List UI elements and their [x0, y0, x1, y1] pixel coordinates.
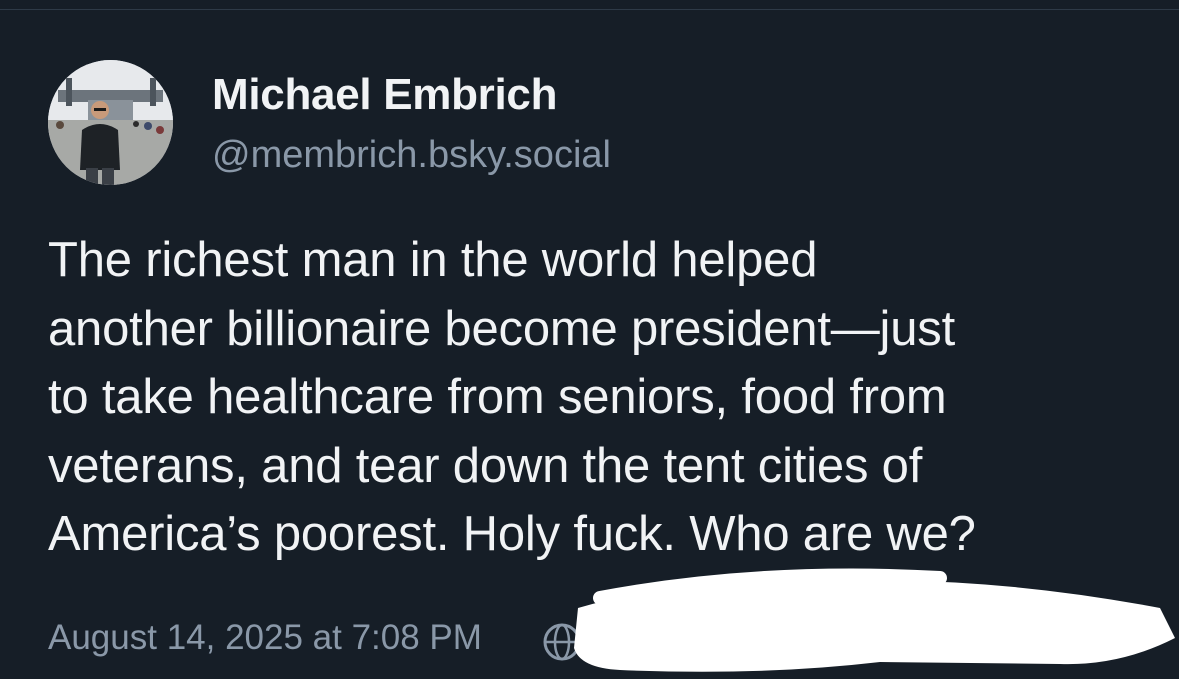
author-display-name[interactable]: Michael Embrich [212, 70, 557, 120]
post-text-line: to take healthcare from seniors, food fr… [48, 370, 947, 424]
author-handle[interactable]: @membrich.bsky.social [212, 134, 611, 177]
post-timestamp[interactable]: August 14, 2025 at 7:08 PM [48, 618, 482, 658]
post-text: The richest man in the world helped anot… [48, 226, 1148, 569]
top-divider [0, 9, 1179, 10]
post-text-line: America’s poorest. Holy fuck. Who are we… [48, 507, 976, 561]
post-view: Michael Embrich @membrich.bsky.social Th… [0, 0, 1179, 679]
post-text-line: another billionaire become president—jus… [48, 301, 955, 356]
avatar[interactable] [48, 60, 173, 185]
post-text-line: veterans, and tear down the tent cities … [48, 438, 923, 493]
redaction-scribble [560, 568, 1179, 679]
post-text-line: The richest man in the world helped [48, 233, 818, 287]
